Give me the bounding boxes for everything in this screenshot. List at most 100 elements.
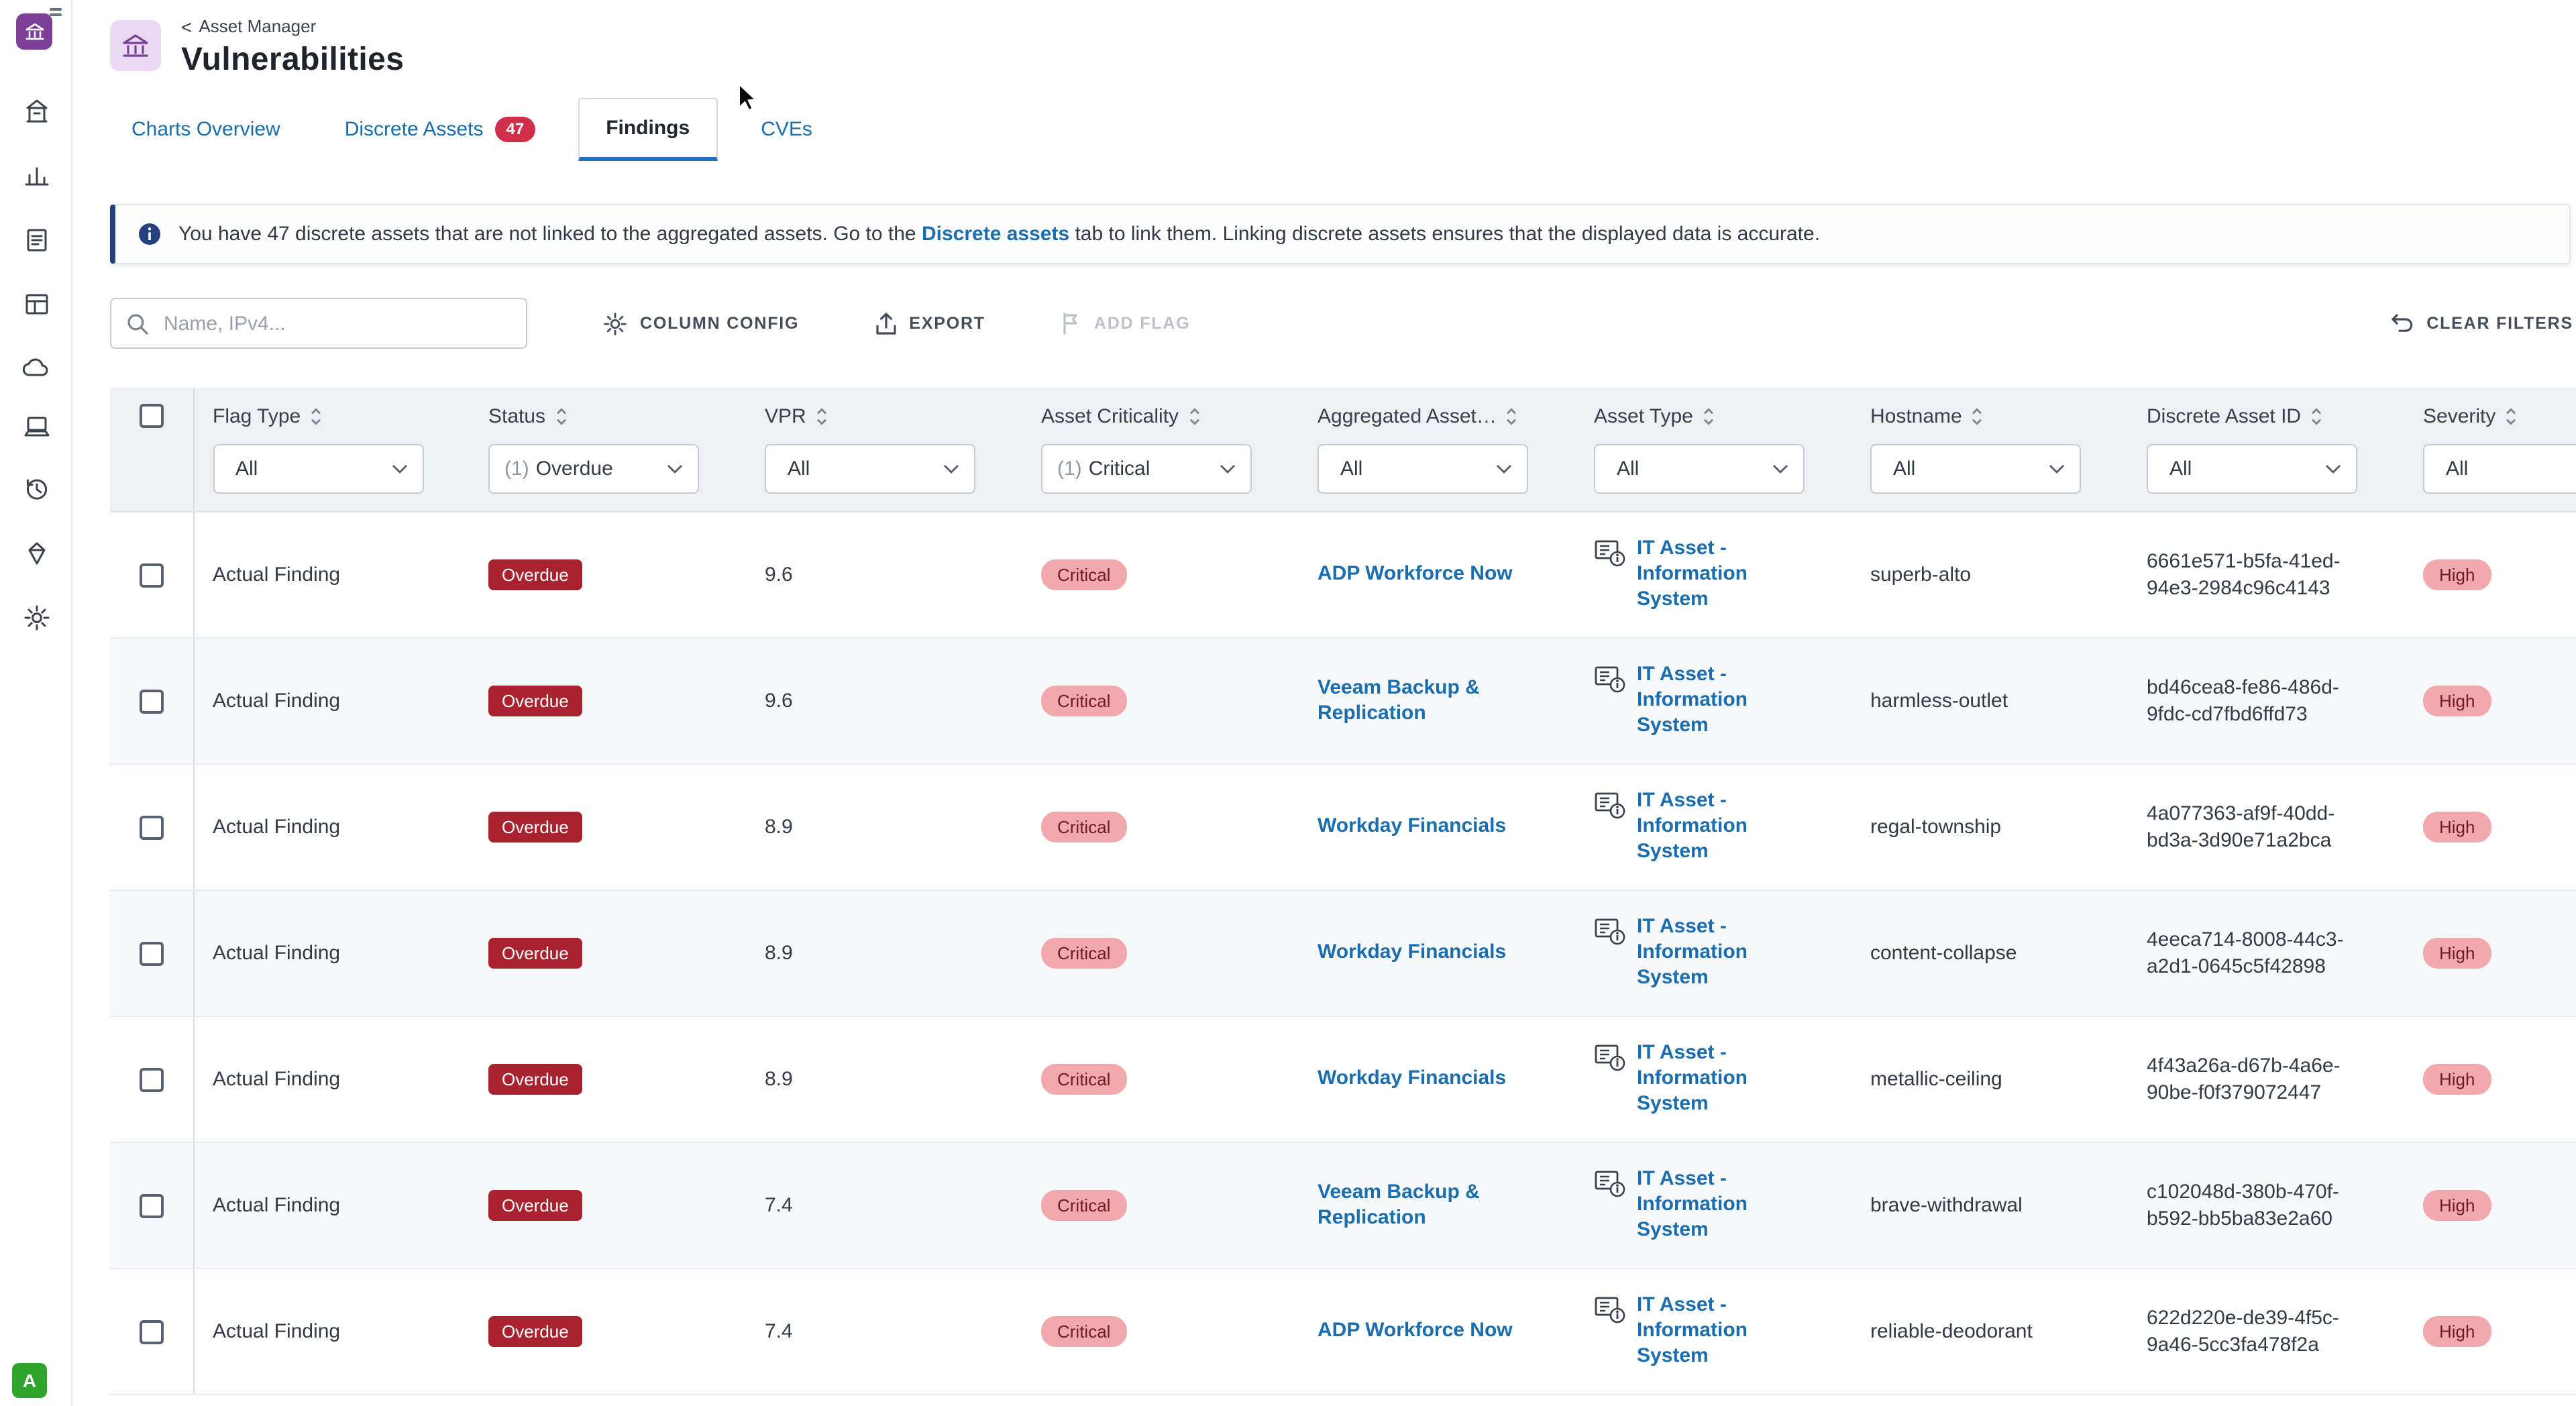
sort-icon[interactable] [1188,406,1200,426]
inventory-icon[interactable] [22,290,50,318]
chart-icon[interactable] [22,161,50,189]
chevron-down-icon [2049,465,2064,474]
column-header-asset-type[interactable]: Asset Type [1575,404,1851,427]
flag-type: Actual Finding [213,1194,341,1217]
row-checkbox[interactable] [139,815,164,839]
chevron-down-icon [944,465,959,474]
flag-type: Actual Finding [213,1068,341,1091]
aggregated-asset-link[interactable]: Workday Financials [1318,814,1506,840]
discrete-assets-link[interactable]: Discrete assets [922,223,1069,246]
findings-table: Flag Type Status VPR Asset Criticality A… [110,388,2576,1395]
vpr-value: 7.4 [765,1320,793,1343]
logo-icon [25,23,44,40]
asset-type-link[interactable]: IT Asset - Information System [1637,790,1768,865]
severity-badge: High [2423,1190,2491,1221]
filter-asset-type[interactable]: All [1594,444,1805,494]
aggregated-asset-link[interactable]: Workday Financials [1318,940,1506,966]
severity-badge: High [2423,938,2491,969]
severity-badge: High [2423,1064,2491,1095]
filter-hostname[interactable]: All [1870,444,2081,494]
filter-status[interactable]: (1) Overdue [488,444,699,494]
chevron-down-icon [2326,465,2341,474]
column-header-asset-criticality[interactable]: Asset Criticality [1022,404,1299,427]
row-checkbox[interactable] [139,941,164,965]
sort-icon[interactable] [1972,406,1984,426]
vpr-value: 8.9 [765,1068,793,1091]
cloud-icon[interactable] [21,354,51,378]
column-header-hostname[interactable]: Hostname [1851,404,2128,427]
filter-vpr[interactable]: All [765,444,975,494]
row-checkbox[interactable] [139,563,164,587]
column-config-button[interactable]: COLUMN CONFIG [602,311,799,336]
settings-icon[interactable] [22,604,50,632]
aggregated-asset-link[interactable]: Veeam Backup & Replication [1318,1181,1519,1231]
select-all-checkbox[interactable] [139,404,164,428]
info-banner: You have 47 discrete assets that are not… [110,204,2571,264]
tab-charts-overview[interactable]: Charts Overview [110,98,302,161]
filter-severity[interactable]: All [2423,444,2576,494]
row-checkbox[interactable] [139,1319,164,1344]
clear-filters-button[interactable]: CLEAR FILTERS [2389,313,2573,334]
sort-icon[interactable] [2310,406,2322,426]
asset-type-link[interactable]: IT Asset - Information System [1637,916,1768,991]
filter-aggregated-asset[interactable]: All [1318,444,1528,494]
sort-icon[interactable] [555,406,567,426]
vpr-value: 9.6 [765,690,793,712]
column-header-discrete-asset-id[interactable]: Discrete Asset ID [2128,404,2404,427]
aggregated-asset-link[interactable]: ADP Workforce Now [1318,1319,1513,1344]
filter-discrete-asset-id[interactable]: All [2147,444,2357,494]
search-input[interactable] [161,311,511,336]
row-checkbox[interactable] [139,1067,164,1091]
sort-icon[interactable] [1506,406,1518,426]
chevron-down-icon [1220,465,1235,474]
asset-type-link[interactable]: IT Asset - Information System [1637,537,1768,613]
app-logo[interactable] [16,13,52,50]
launcher-avatar[interactable]: A [12,1363,47,1398]
back-label: Asset Manager [199,16,317,36]
column-header-vpr[interactable]: VPR [746,404,1022,427]
asset-type-link[interactable]: IT Asset - Information System [1637,1168,1768,1244]
tab-discrete-assets[interactable]: Discrete Assets 47 [323,98,556,161]
avatar-letter: A [22,1370,37,1391]
back-link[interactable]: < Asset Manager [181,16,404,36]
asset-type-link[interactable]: IT Asset - Information System [1637,663,1768,739]
row-checkbox[interactable] [139,689,164,713]
gem-icon[interactable] [22,539,50,567]
column-header-status[interactable]: Status [470,404,746,427]
tab-findings[interactable]: Findings [578,98,718,161]
filter-flag-type[interactable]: All [213,444,423,494]
column-header-flag-type[interactable]: Flag Type [194,404,470,427]
sort-icon[interactable] [2505,406,2517,426]
hostname: metallic-ceiling [1870,1068,2002,1091]
aggregated-asset-link[interactable]: ADP Workforce Now [1318,562,1513,588]
column-header-severity[interactable]: Severity [2404,404,2576,427]
filter-asset-criticality[interactable]: (1) Critical [1041,444,1252,494]
hostname: superb-alto [1870,563,1972,586]
history-icon[interactable] [22,475,50,503]
sort-icon[interactable] [816,406,828,426]
sidebar-collapse-icon[interactable] [50,8,62,16]
status-badge: Overdue [488,1190,582,1221]
report-icon[interactable] [22,225,50,254]
sort-icon[interactable] [310,406,322,426]
table-row: Actual Finding Overdue 8.9 Critical Work… [110,764,2576,891]
back-chevron-icon: < [181,15,193,37]
devices-icon[interactable] [22,415,50,439]
asset-type-link[interactable]: IT Asset - Information System [1637,1294,1768,1370]
export-button[interactable]: EXPORT [874,311,985,335]
column-header-aggregated-asset[interactable]: Aggregated Asset… [1299,404,1575,427]
severity-badge: High [2423,686,2491,716]
assets-icon[interactable] [22,97,50,125]
row-checkbox[interactable] [139,1193,164,1218]
sort-icon[interactable] [1703,406,1715,426]
criticality-badge: Critical [1041,1316,1127,1347]
hostname: content-collapse [1870,942,2017,965]
flag-type: Actual Finding [213,690,341,712]
info-icon [139,223,160,245]
vpr-value: 8.9 [765,816,793,839]
search-icon [127,313,148,334]
asset-type-link[interactable]: IT Asset - Information System [1637,1042,1768,1118]
add-flag-button[interactable]: ADD FLAG [1061,311,1191,335]
aggregated-asset-link[interactable]: Workday Financials [1318,1067,1506,1092]
aggregated-asset-link[interactable]: Veeam Backup & Replication [1318,676,1519,726]
